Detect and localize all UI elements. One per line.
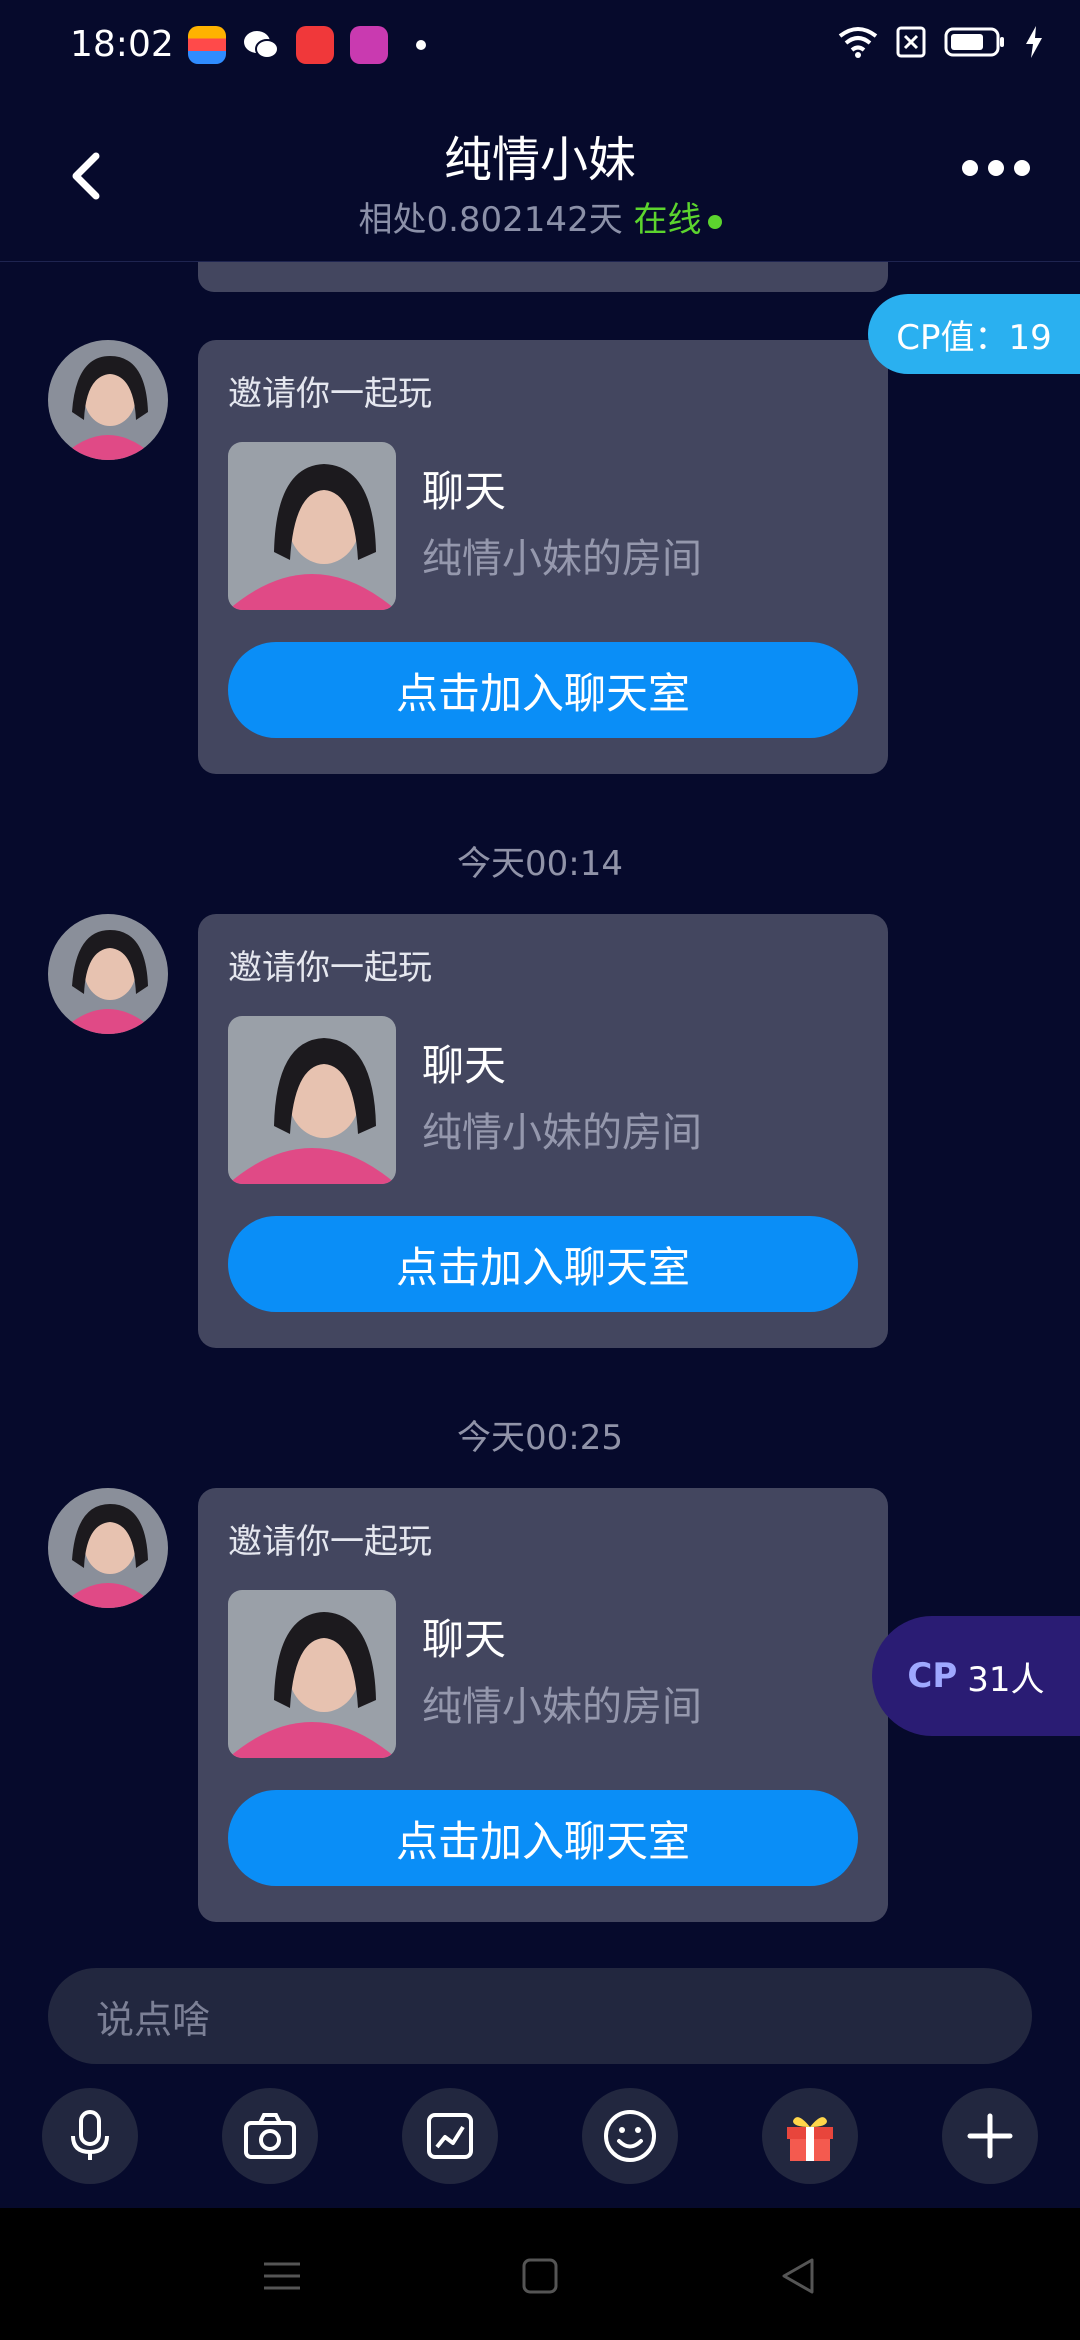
chat-toolbar — [0, 2088, 1080, 2184]
room-invite-card: 邀请你一起玩 聊天 纯情小妹的房间 点击加入聊天室 — [198, 1488, 888, 1922]
more-options-button[interactable] — [962, 160, 1030, 176]
emoji-button[interactable] — [582, 2088, 678, 2184]
microphone-icon — [71, 2110, 109, 2160]
status-bar: 18:02 — [0, 0, 1080, 96]
avatar[interactable] — [48, 340, 168, 460]
page-title: 纯情小妹 — [443, 132, 636, 188]
join-chatroom-button[interactable]: 点击加入聊天室 — [228, 1216, 858, 1312]
invite-label: 邀请你一起玩 — [228, 948, 432, 988]
no-sim-icon — [896, 26, 926, 58]
status-indicators — [838, 26, 1044, 58]
days-together: 相处0.802142天 — [358, 200, 623, 240]
room-thumbnail — [228, 1016, 396, 1184]
room-thumbnail — [228, 1590, 396, 1758]
invite-label: 邀请你一起玩 — [228, 374, 432, 414]
message-timestamp: 今天00:14 — [457, 844, 623, 884]
emoji-icon — [604, 2110, 656, 2162]
home-square-icon — [522, 2258, 558, 2294]
plus-icon — [967, 2113, 1013, 2159]
room-invite-card: 邀请你一起玩 聊天 纯情小妹的房间 点击加入聊天室 — [198, 914, 888, 1348]
cp-people-count: 31人 — [967, 1659, 1045, 1700]
social-app-icon — [350, 26, 388, 64]
more-actions-button[interactable] — [942, 2088, 1038, 2184]
notification-icons — [188, 26, 426, 64]
message-input-placeholder: 说点啥 — [96, 1997, 211, 2042]
room-type: 聊天 — [422, 1041, 507, 1090]
room-name: 纯情小妹的房间 — [422, 1684, 702, 1730]
camera-icon — [244, 2113, 296, 2159]
back-triangle-icon — [782, 2258, 814, 2294]
more-dot-icon — [988, 160, 1004, 176]
room-type: 聊天 — [422, 467, 507, 516]
gallery-button[interactable] — [402, 2088, 498, 2184]
image-icon — [427, 2113, 473, 2159]
join-chatroom-button[interactable]: 点击加入聊天室 — [228, 1790, 858, 1886]
system-nav-bar — [0, 2208, 1080, 2340]
avatar[interactable] — [48, 1488, 168, 1608]
room-name: 纯情小妹的房间 — [422, 1110, 702, 1156]
shopping-app-icon — [296, 26, 334, 64]
camera-button[interactable] — [222, 2088, 318, 2184]
gift-button[interactable] — [762, 2088, 858, 2184]
status-time: 18:02 — [70, 24, 174, 65]
cp-value-badge[interactable]: CP值：19 — [868, 294, 1080, 374]
gift-icon — [787, 2117, 833, 2161]
online-status: 在线 — [633, 200, 702, 240]
cp-people-button[interactable]: CP 31人 — [872, 1616, 1080, 1736]
wechat-icon — [242, 26, 280, 64]
previous-message-bubble — [198, 262, 888, 292]
chat-header: 纯情小妹 相处0.802142天 在线 — [0, 96, 1080, 262]
online-dot-icon — [707, 214, 722, 229]
join-chatroom-button[interactable]: 点击加入聊天室 — [228, 642, 858, 738]
room-thumbnail — [228, 442, 396, 610]
chat-subtitle: 相处0.802142天 在线 — [0, 192, 1080, 241]
home-nav-button[interactable] — [518, 2254, 562, 2298]
message-input[interactable]: 说点啥 — [48, 1968, 1032, 2064]
menu-nav-button[interactable] — [260, 2254, 304, 2298]
more-dot-icon — [1014, 160, 1030, 176]
battery-icon — [944, 27, 1004, 57]
room-invite-card: 邀请你一起玩 聊天 纯情小妹的房间 点击加入聊天室 — [198, 340, 888, 774]
more-dot-icon — [962, 160, 978, 176]
room-name: 纯情小妹的房间 — [422, 536, 702, 582]
wifi-icon — [838, 27, 878, 58]
voice-button[interactable] — [42, 2088, 138, 2184]
cp-prefix: CP — [907, 1656, 958, 1696]
invite-label: 邀请你一起玩 — [228, 1522, 432, 1562]
menu-icon — [264, 2262, 300, 2290]
more-notifications-dot — [416, 40, 426, 50]
charging-icon — [1026, 26, 1042, 58]
back-nav-button[interactable] — [776, 2254, 820, 2298]
room-type: 聊天 — [422, 1615, 507, 1664]
avatar[interactable] — [48, 914, 168, 1034]
message-timestamp: 今天00:25 — [457, 1418, 623, 1458]
wallet-app-icon — [188, 26, 226, 64]
